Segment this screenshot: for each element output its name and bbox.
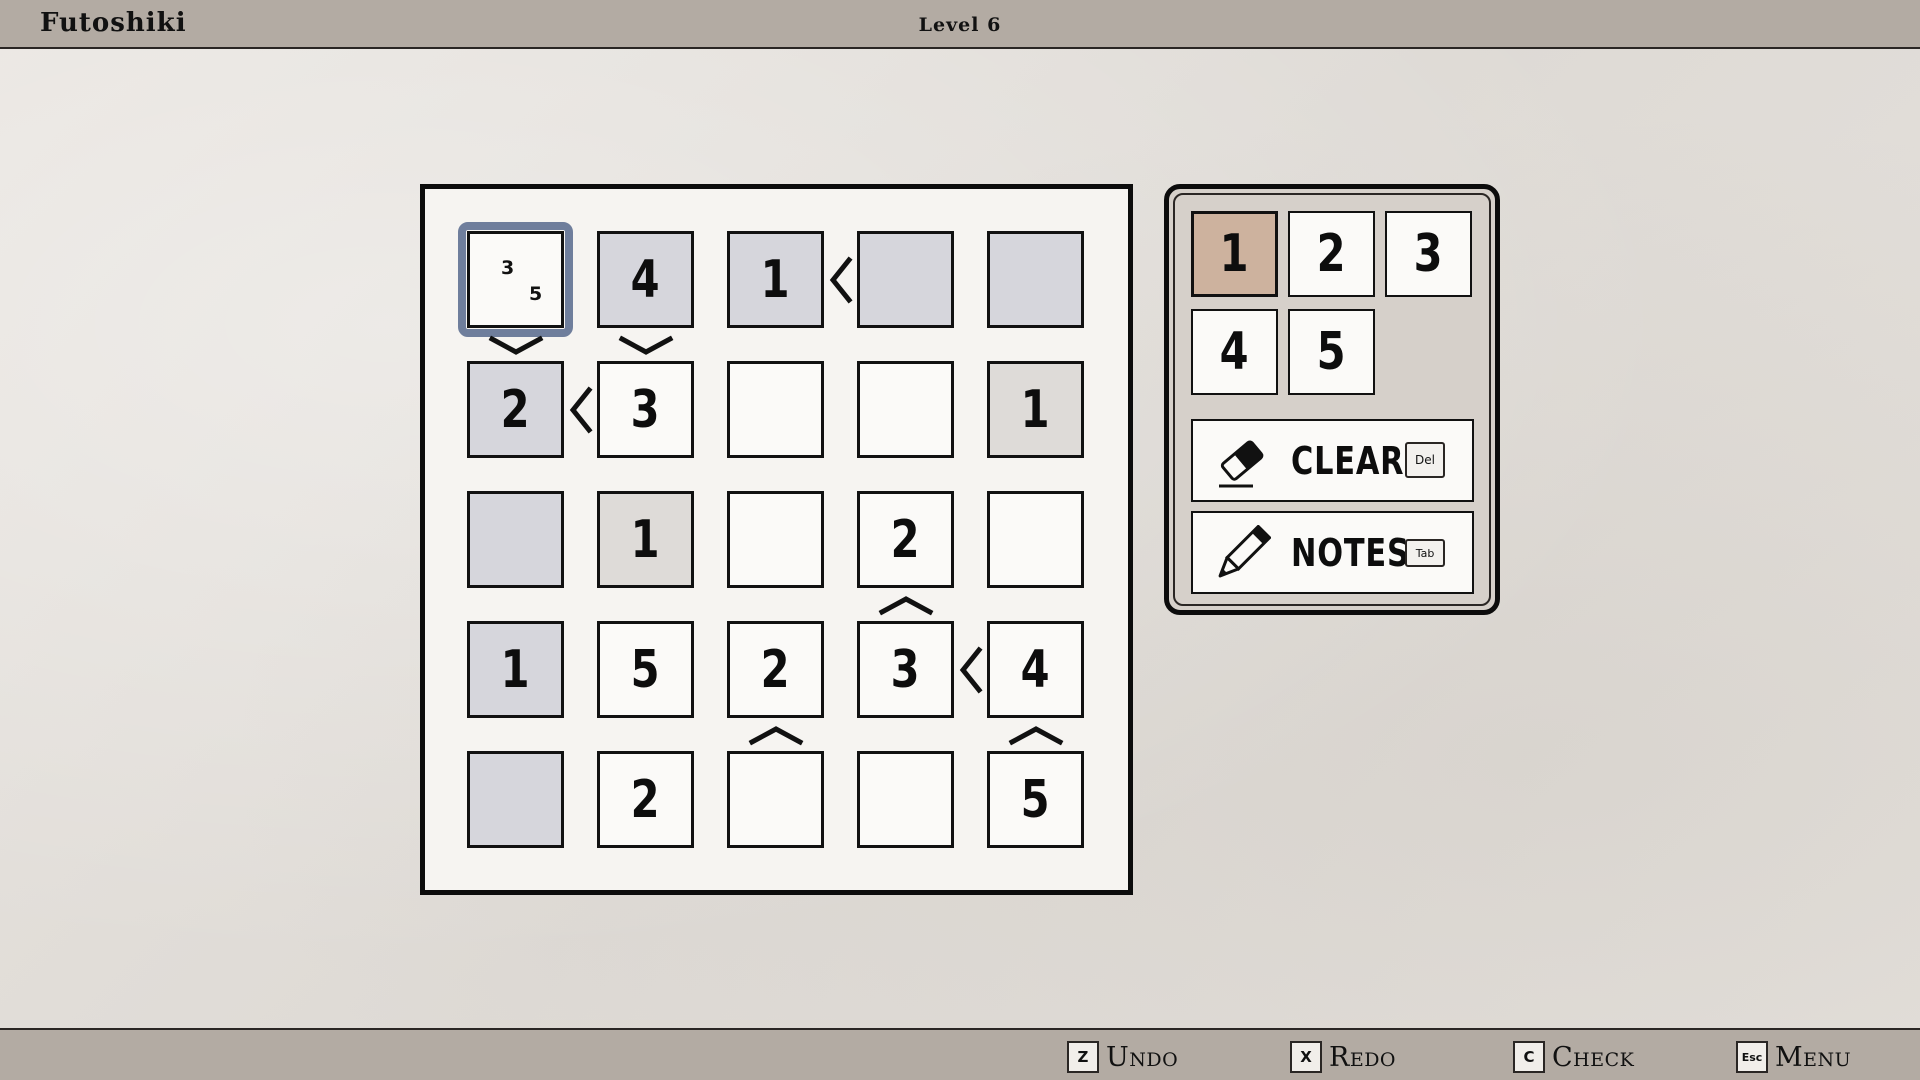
number-panel: CLEAR Del NOTES Tab 1 2 3 4 5 [1164, 184, 1500, 615]
check-action[interactable]: C Check [1513, 1040, 1634, 1074]
less-than-sign [829, 255, 853, 304]
bottom-bar: Z Undo X Redo C Check Esc Menu [0, 1028, 1920, 1080]
redo-label: Redo [1329, 1041, 1397, 1073]
cell-value: 3 [891, 639, 920, 700]
grid-cell-r4c3[interactable]: 2 [727, 621, 824, 718]
check-key: C [1513, 1041, 1545, 1073]
grid-cell-r3c5[interactable] [987, 491, 1084, 588]
redo-action[interactable]: X Redo [1290, 1040, 1396, 1074]
redo-key: X [1290, 1041, 1322, 1073]
cell-note: 3 [501, 257, 515, 279]
number-button-5[interactable]: 5 [1288, 309, 1375, 395]
notes-label: NOTES [1291, 531, 1410, 575]
cell-value: 1 [761, 249, 790, 310]
less-than-sign [959, 645, 983, 694]
notes-button[interactable]: NOTES Tab [1191, 511, 1474, 594]
grid-cell-r4c5[interactable]: 4 [987, 621, 1084, 718]
cell-value: 1 [501, 639, 530, 700]
grid-cell-r1c4[interactable] [857, 231, 954, 328]
number-button-3[interactable]: 3 [1385, 211, 1472, 297]
grid-cell-r5c3[interactable] [727, 751, 824, 848]
number-label: 1 [1220, 224, 1249, 284]
cell-value: 4 [1021, 639, 1050, 700]
undo-key: Z [1067, 1041, 1099, 1073]
grid-cell-r1c1[interactable]: 35 [458, 222, 573, 337]
number-button-4[interactable]: 4 [1191, 309, 1278, 395]
number-label: 3 [1414, 224, 1443, 284]
grid-cell-r2c4[interactable] [857, 361, 954, 458]
menu-action[interactable]: Esc Menu [1736, 1040, 1851, 1074]
clear-label: CLEAR [1291, 439, 1405, 483]
number-label: 2 [1317, 224, 1346, 284]
cell-value: 3 [631, 379, 660, 440]
grid-cell-r5c5[interactable]: 5 [987, 751, 1084, 848]
cell-value: 2 [761, 639, 790, 700]
grid-cell-r5c1[interactable] [467, 751, 564, 848]
grid-cell-r2c5[interactable]: 1 [987, 361, 1084, 458]
grid-cell-r1c5[interactable] [987, 231, 1084, 328]
tab-key-hint: Tab [1405, 539, 1445, 567]
grid-cell-r4c2[interactable]: 5 [597, 621, 694, 718]
cell-value: 2 [501, 379, 530, 440]
less-than-up-sign [748, 725, 803, 745]
greater-than-down-sign [618, 335, 673, 355]
grid-cell-r2c1[interactable]: 2 [467, 361, 564, 458]
eraser-icon [1219, 440, 1264, 488]
number-label: 4 [1220, 322, 1249, 382]
grid-cell-r4c4[interactable]: 3 [857, 621, 954, 718]
cell-value: 4 [631, 249, 660, 310]
menu-label: Menu [1775, 1041, 1852, 1073]
cell-note: 5 [529, 283, 543, 305]
number-label: 5 [1317, 322, 1346, 382]
number-button-1[interactable]: 1 [1191, 211, 1278, 297]
grid-cell-r2c2[interactable]: 3 [597, 361, 694, 458]
cell-value: 2 [891, 509, 920, 570]
grid-cell-r5c4[interactable] [857, 751, 954, 848]
top-bar: Futoshiki Level 6 [0, 0, 1920, 49]
cell-value: 5 [631, 639, 660, 700]
undo-label: Undo [1106, 1041, 1179, 1073]
less-than-sign [569, 385, 593, 434]
grid-cell-r3c2[interactable]: 1 [597, 491, 694, 588]
puzzle-board: 3541231121523425 [420, 184, 1133, 895]
undo-action[interactable]: Z Undo [1067, 1040, 1178, 1074]
cell-value: 1 [1021, 379, 1050, 440]
less-than-up-sign [1008, 725, 1063, 745]
grid-cell-r3c1[interactable] [467, 491, 564, 588]
clear-button[interactable]: CLEAR Del [1191, 419, 1474, 502]
less-than-up-sign [878, 595, 933, 615]
greater-than-down-sign [488, 335, 543, 355]
menu-key: Esc [1736, 1041, 1768, 1073]
cell-value: 1 [631, 509, 660, 570]
pencil-icon [1218, 525, 1271, 578]
grid-cell-r4c1[interactable]: 1 [467, 621, 564, 718]
check-label: Check [1552, 1041, 1635, 1073]
grid-cell-r5c2[interactable]: 2 [597, 751, 694, 848]
cell-value: 2 [631, 769, 660, 830]
grid-cell-r1c2[interactable]: 4 [597, 231, 694, 328]
grid-cell-r3c4[interactable]: 2 [857, 491, 954, 588]
grid-cell-r3c3[interactable] [727, 491, 824, 588]
grid-cell-r2c3[interactable] [727, 361, 824, 458]
del-key-hint: Del [1405, 442, 1445, 478]
cell-value: 5 [1021, 769, 1050, 830]
level-title: Level 6 [918, 14, 1002, 36]
number-button-2[interactable]: 2 [1288, 211, 1375, 297]
grid-cell-r1c3[interactable]: 1 [727, 231, 824, 328]
